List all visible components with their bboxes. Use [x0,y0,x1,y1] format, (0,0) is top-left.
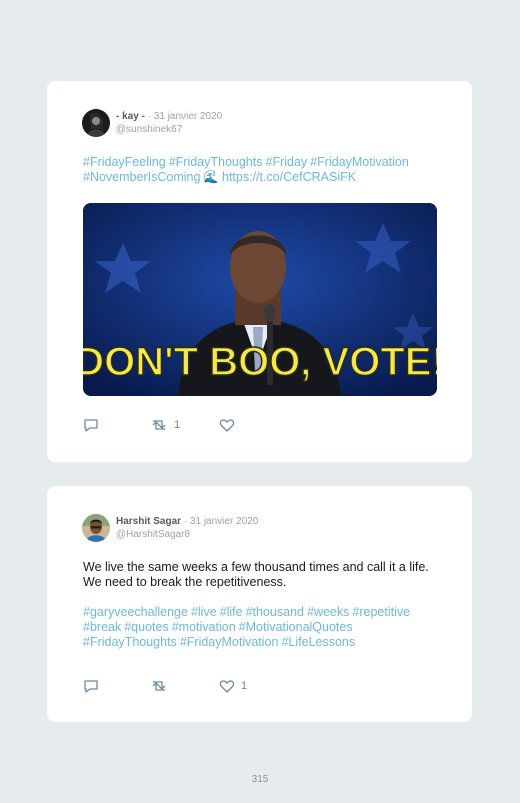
hashtag[interactable]: #break [83,620,121,634]
hashtag[interactable]: #FridayThoughts [83,635,177,649]
hashtag[interactable]: #weeks [307,605,349,619]
reply-button[interactable] [83,679,99,693]
hashtag[interactable]: #repetitive [352,605,410,619]
hashtag[interactable]: #motivation [172,620,236,634]
tweet-actions: 1 [83,679,443,695]
heart-icon [219,679,235,693]
hashtag[interactable]: #life [220,605,243,619]
reply-icon [83,418,99,432]
hashtag[interactable]: #FridayFeeling [83,155,166,169]
retweet-button[interactable] [150,679,174,693]
author-handle[interactable]: @sunshinek67 [116,123,222,136]
reply-icon [83,679,99,693]
like-button[interactable]: 1 [219,679,247,693]
retweet-button[interactable]: 1 [150,418,180,432]
hashtag[interactable]: #live [191,605,217,619]
hashtag[interactable]: #NovemberIsComing [83,170,200,184]
author-name[interactable]: Harshit Sagar [116,516,181,527]
hashtag[interactable]: #garyveechallenge [83,605,188,619]
tweet-link[interactable]: https://t.co/CefCRASiFK [222,170,356,184]
gif-caption: DON'T BOO, VOTE! [83,340,437,384]
author-name[interactable]: - kay - [116,111,145,122]
tweet-hashtags: #garyveechallenge #live #life #thousand #wee… [83,605,453,650]
hashtag[interactable]: #Friday [266,155,308,169]
tweet-media-gif[interactable]: DON'T BOO, VOTE! [83,203,437,396]
hashtag[interactable]: #LifeLessons [281,635,355,649]
wave-emoji: 🌊 [203,170,219,184]
tweet-date[interactable]: 31 janvier 2020 [190,516,258,527]
tweet-text: We live the same weeks a few thousand ti… [83,560,429,589]
tweet-actions: 1 [83,418,443,434]
hashtag[interactable]: #FridayMotivation [310,155,409,169]
hashtag[interactable]: #thousand [246,605,304,619]
tweet-card: Harshit Sagar · 31 janvier 2020 @Harshit… [47,486,472,722]
tweet-card: - kay - · 31 janvier 2020 @sunshinek67 #… [47,81,472,462]
retweet-icon [150,418,168,432]
reply-button[interactable] [83,418,99,432]
like-button[interactable] [219,418,241,432]
tweet-text: #FridayFeeling #FridayThoughts #Friday #Fri… [83,155,453,185]
hashtag[interactable]: #FridayMotivation [180,635,279,649]
heart-icon [219,418,235,432]
like-count: 1 [241,680,248,692]
retweet-count: 1 [174,419,181,431]
page-number: 315 [251,774,269,785]
hashtag[interactable]: #quotes [124,620,168,634]
hashtag[interactable]: #MotivationalQuotes [239,620,353,634]
author-handle[interactable]: @HarshitSagar8 [116,528,258,541]
avatar[interactable] [82,109,110,137]
retweet-icon [150,679,168,693]
tweet-date[interactable]: 31 janvier 2020 [154,111,222,122]
hashtag[interactable]: #FridayThoughts [169,155,263,169]
avatar[interactable] [82,514,110,542]
